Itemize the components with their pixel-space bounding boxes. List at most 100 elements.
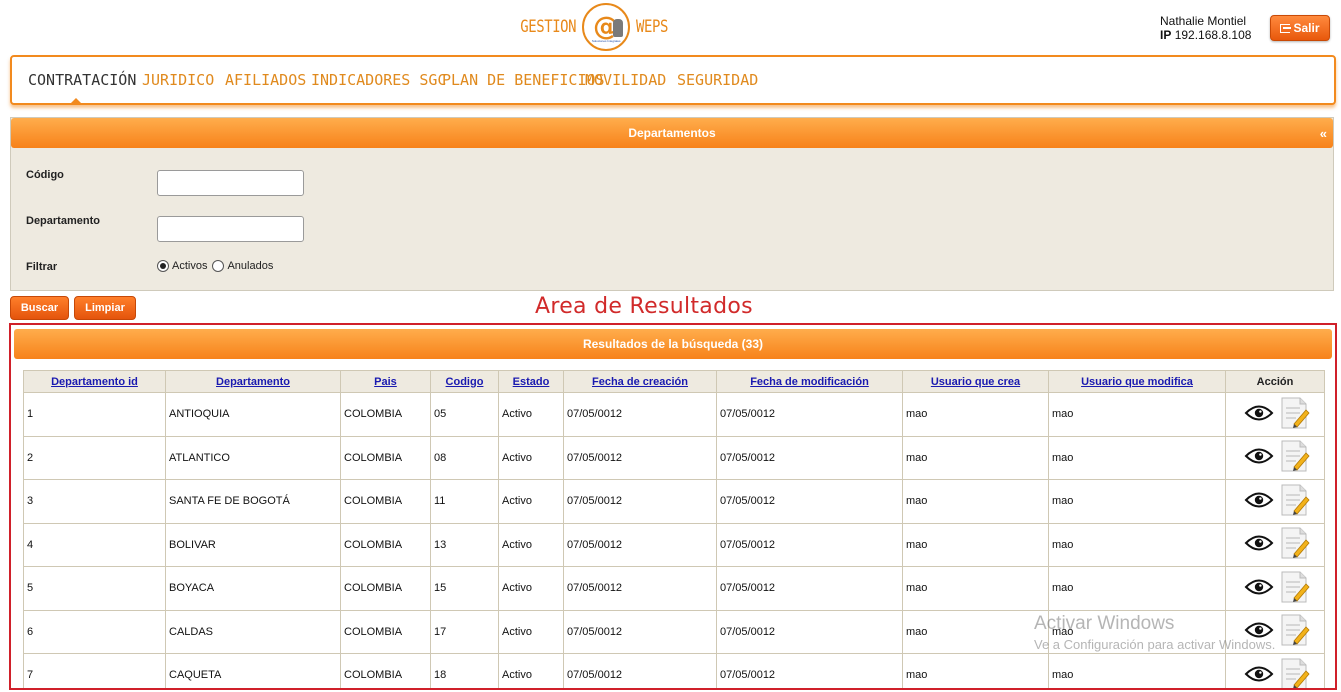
row-actions	[1229, 396, 1324, 433]
edit-icon[interactable]	[1280, 526, 1310, 563]
col-departamento-id[interactable]: Departamento id	[23, 370, 166, 393]
sort-link[interactable]: Usuario que modifica	[1081, 376, 1193, 388]
logo-figure-icon	[613, 19, 624, 37]
departamento-label: Departamento	[26, 215, 100, 227]
sort-link[interactable]: Codigo	[446, 376, 484, 388]
cell-codigo: 08	[430, 435, 499, 480]
menu-item-juridico[interactable]: JURIDICO	[142, 71, 225, 89]
eye-icon[interactable]	[1244, 621, 1274, 642]
col-codigo[interactable]: Codigo	[430, 370, 499, 393]
departamento-input[interactable]	[157, 216, 304, 242]
col-accion: Acción	[1225, 370, 1325, 393]
eye-icon[interactable]	[1244, 578, 1274, 599]
menu-item-plan-de-beneficios[interactable]: PLAN DE BENEFICIOS	[442, 71, 605, 89]
main-menu: CONTRATACIÓN JURIDICO AFILIADOS INDICADO…	[10, 55, 1336, 105]
cell-fecha-modificacion: 07/05/0012	[716, 435, 903, 480]
header: GESTION @ Soluciones Integrales WEPS Nat…	[0, 0, 1341, 54]
col-pais[interactable]: Pais	[340, 370, 431, 393]
limpiar-button[interactable]: Limpiar	[74, 296, 136, 320]
cell-departamento: CAQUETA	[165, 653, 341, 688]
cell-id: 3	[23, 479, 166, 524]
radio-anulados-label: Anulados	[227, 260, 274, 272]
cell-fecha-creacion: 07/05/0012	[563, 609, 717, 654]
logout-button[interactable]: Salir	[1270, 15, 1330, 41]
eye-icon[interactable]	[1244, 665, 1274, 686]
row-actions	[1229, 439, 1324, 476]
cell-id: 5	[23, 566, 166, 611]
cell-pais: COLOMBIA	[340, 522, 431, 567]
cell-estado: Activo	[498, 609, 564, 654]
collapse-icon[interactable]: «	[1320, 126, 1327, 141]
cell-codigo: 05	[430, 392, 499, 437]
sort-link[interactable]: Fecha de modificación	[750, 376, 869, 388]
eye-icon[interactable]	[1244, 491, 1274, 512]
edit-icon[interactable]	[1280, 396, 1310, 433]
col-estado[interactable]: Estado	[498, 370, 564, 393]
cell-usuario-crea: mao	[902, 392, 1049, 437]
cell-fecha-modificacion: 07/05/0012	[716, 479, 903, 524]
sort-link[interactable]: Fecha de creación	[592, 376, 688, 388]
results-table: Departamento id Departamento Pais Codigo…	[23, 370, 1325, 688]
sort-link[interactable]: Pais	[374, 376, 397, 388]
radio-anulados[interactable]	[212, 260, 225, 272]
cell-usuario-modifica: mao	[1048, 653, 1226, 688]
cell-id: 6	[23, 609, 166, 654]
sort-link[interactable]: Estado	[513, 376, 550, 388]
cell-estado: Activo	[498, 653, 564, 688]
cell-usuario-modifica: mao	[1048, 566, 1226, 611]
cell-usuario-modifica: mao	[1048, 479, 1226, 524]
codigo-input[interactable]	[157, 170, 304, 196]
radio-activos[interactable]	[157, 260, 169, 272]
cell-id: 7	[23, 653, 166, 688]
cell-id: 4	[23, 522, 166, 567]
sort-link[interactable]: Usuario que crea	[931, 376, 1020, 388]
eye-icon[interactable]	[1244, 404, 1274, 425]
logo-text-left: GESTION	[520, 17, 577, 37]
cell-departamento: SANTA FE DE BOGOTÁ	[165, 479, 341, 524]
sort-link[interactable]: Departamento	[216, 376, 290, 388]
col-fecha-creacion[interactable]: Fecha de creación	[563, 370, 717, 393]
menu-item-indicadores-sgc[interactable]: INDICADORES SGC	[311, 71, 446, 89]
menu-item-afiliados[interactable]: AFILIADOS	[225, 71, 311, 89]
codigo-label: Código	[26, 169, 64, 181]
col-departamento[interactable]: Departamento	[165, 370, 341, 393]
cell-accion	[1225, 479, 1325, 524]
row-actions	[1229, 657, 1324, 688]
search-panel-header: Departamentos «	[11, 118, 1333, 148]
eye-icon[interactable]	[1244, 447, 1274, 468]
menu-item-movilidad[interactable]: MOVILIDAD	[585, 71, 677, 89]
edit-icon[interactable]	[1280, 439, 1310, 476]
cell-fecha-creacion: 07/05/0012	[563, 392, 717, 437]
buscar-button[interactable]: Buscar	[10, 296, 69, 320]
cell-fecha-creacion: 07/05/0012	[563, 566, 717, 611]
logo-emblem: @ Soluciones Integrales	[582, 3, 631, 51]
table-header-row: Departamento id Departamento Pais Codigo…	[23, 370, 1325, 393]
cell-departamento: ANTIOQUIA	[165, 392, 341, 437]
table-row: 4 BOLIVAR COLOMBIA 13 Activo 07/05/0012 07/05/…	[23, 522, 1325, 567]
edit-icon[interactable]	[1280, 483, 1310, 520]
table-row: 1 ANTIOQUIA COLOMBIA 05 Activo 07/05/0012 07/0…	[23, 392, 1325, 437]
edit-icon[interactable]	[1280, 570, 1310, 607]
row-actions	[1229, 483, 1324, 520]
cell-fecha-modificacion: 07/05/0012	[716, 392, 903, 437]
results-header: Resultados de la búsqueda (33)	[14, 329, 1332, 359]
user-info: Nathalie Montiel IP 192.168.8.108	[1160, 14, 1251, 42]
edit-icon[interactable]	[1280, 613, 1310, 650]
filter-radio-group: Activos Anulados	[157, 260, 273, 272]
cell-codigo: 13	[430, 522, 499, 567]
menu-item-contratacion[interactable]: CONTRATACIÓN	[28, 71, 142, 89]
cell-usuario-modifica: mao	[1048, 522, 1226, 567]
cell-fecha-modificacion: 07/05/0012	[716, 653, 903, 688]
cell-fecha-creacion: 07/05/0012	[563, 435, 717, 480]
cell-usuario-modifica: mao	[1048, 609, 1226, 654]
col-usuario-modifica[interactable]: Usuario que modifica	[1048, 370, 1226, 393]
menu-item-seguridad[interactable]: SEGURIDAD	[677, 71, 758, 89]
sort-link[interactable]: Departamento id	[51, 376, 138, 388]
col-fecha-modificacion[interactable]: Fecha de modificación	[716, 370, 903, 393]
cell-codigo: 11	[430, 479, 499, 524]
eye-icon[interactable]	[1244, 534, 1274, 555]
edit-icon[interactable]	[1280, 657, 1310, 688]
cell-fecha-modificacion: 07/05/0012	[716, 522, 903, 567]
cell-estado: Activo	[498, 392, 564, 437]
col-usuario-crea[interactable]: Usuario que crea	[902, 370, 1049, 393]
